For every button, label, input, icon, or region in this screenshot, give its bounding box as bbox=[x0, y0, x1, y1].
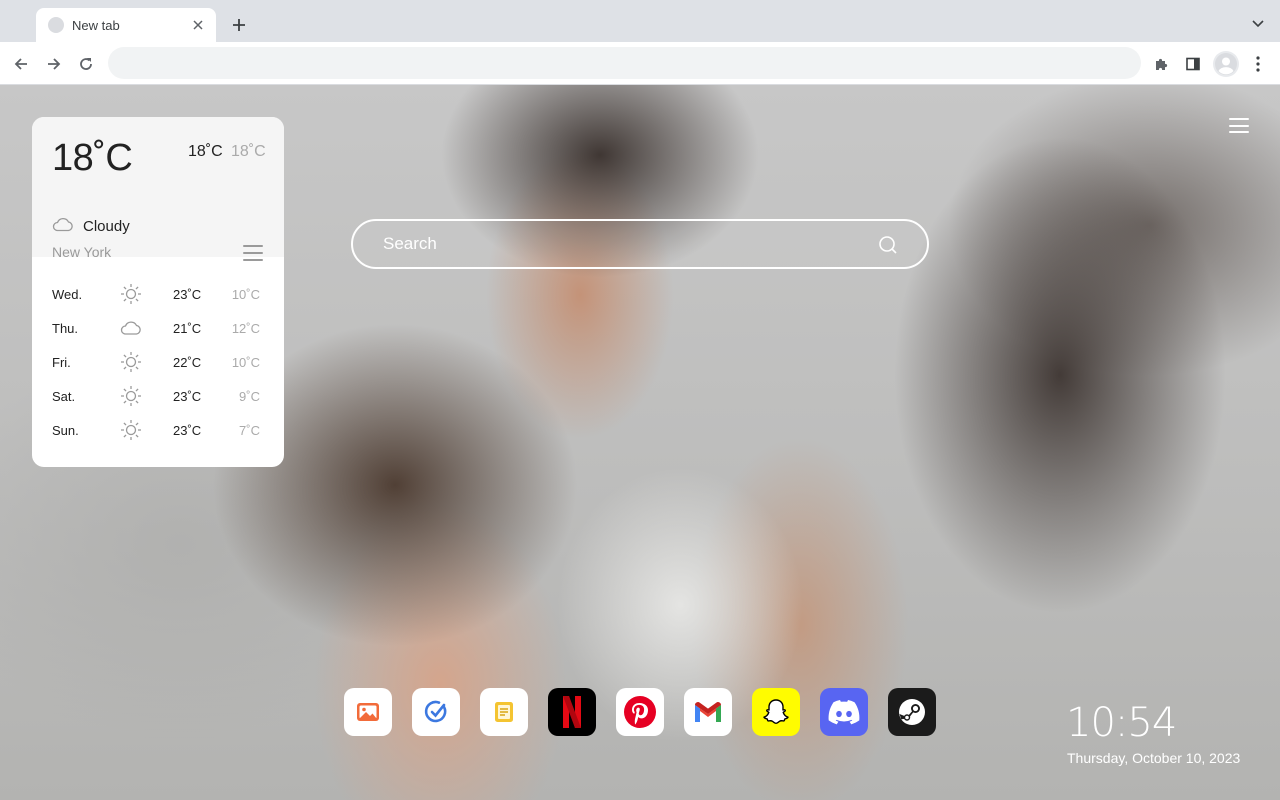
shortcut-notes[interactable] bbox=[480, 688, 528, 736]
arrow-left-icon bbox=[14, 58, 27, 70]
cloud-icon bbox=[52, 218, 73, 232]
snapchat-icon bbox=[763, 699, 789, 724]
forecast-low: 7˚C bbox=[239, 423, 260, 438]
shortcut-discord[interactable] bbox=[820, 688, 868, 736]
tab-favicon-icon bbox=[48, 17, 64, 33]
weather-city: New York bbox=[52, 244, 112, 260]
tab-title: New tab bbox=[72, 17, 120, 33]
forecast-high: 23˚C bbox=[173, 423, 202, 438]
side-panel-button[interactable] bbox=[1180, 51, 1206, 77]
today-low: 18˚C bbox=[231, 143, 266, 160]
sun-icon bbox=[121, 420, 141, 440]
sun-icon bbox=[121, 352, 141, 372]
forecast-low: 12˚C bbox=[231, 321, 260, 336]
new-tab-page: 18˚C 18˚C 18˚C Cloudy New York Wed. 23˚C… bbox=[0, 85, 1280, 800]
forward-button[interactable] bbox=[41, 51, 67, 77]
search-button[interactable] bbox=[877, 234, 899, 256]
cloud-icon bbox=[120, 321, 141, 335]
search-bar bbox=[351, 219, 929, 269]
sun-icon bbox=[121, 284, 141, 304]
forecast-row: Thu. 21˚C 12˚C bbox=[32, 313, 284, 343]
tab-close-button[interactable] bbox=[190, 17, 206, 33]
close-icon bbox=[193, 20, 203, 30]
profile-avatar-button[interactable] bbox=[1213, 51, 1239, 77]
photo-icon bbox=[357, 703, 379, 721]
address-bar[interactable] bbox=[108, 47, 1141, 79]
forecast-low: 10˚C bbox=[231, 287, 260, 302]
reload-icon bbox=[80, 58, 92, 70]
steam-icon bbox=[899, 699, 925, 725]
forecast-row: Fri. 22˚C 10˚C bbox=[32, 347, 284, 377]
forecast-high: 23˚C bbox=[173, 287, 202, 302]
forecast-low: 9˚C bbox=[239, 389, 260, 404]
new-tab-button[interactable] bbox=[228, 14, 250, 36]
puzzle-icon bbox=[1156, 58, 1168, 70]
forecast-low: 10˚C bbox=[231, 355, 260, 370]
side-panel-icon bbox=[1186, 57, 1200, 71]
current-temperature: 18˚C bbox=[52, 137, 133, 179]
tab-search-button[interactable] bbox=[1248, 14, 1268, 34]
person-icon bbox=[1215, 53, 1237, 75]
notes-icon bbox=[495, 702, 513, 722]
forecast-day: Wed. bbox=[52, 287, 83, 302]
forecast-day: Sat. bbox=[52, 389, 76, 404]
forecast-row: Sat. 23˚C 9˚C bbox=[32, 381, 284, 411]
shortcut-photos[interactable] bbox=[344, 688, 392, 736]
shortcut-todo[interactable] bbox=[412, 688, 460, 736]
today-high: 18˚C bbox=[188, 143, 223, 160]
shortcut-snapchat[interactable] bbox=[752, 688, 800, 736]
forecast-high: 22˚C bbox=[173, 355, 202, 370]
clock-date: Thursday, October 10, 2023 bbox=[1067, 750, 1241, 766]
shortcut-gmail[interactable] bbox=[684, 688, 732, 736]
back-button[interactable] bbox=[8, 51, 34, 77]
shortcut-steam[interactable] bbox=[888, 688, 936, 736]
tab-strip: New tab bbox=[0, 0, 1280, 42]
shortcut-netflix[interactable] bbox=[548, 688, 596, 736]
weather-menu-button[interactable] bbox=[243, 245, 263, 261]
clock-time: 10:54 bbox=[1066, 700, 1177, 746]
arrow-right-icon bbox=[48, 58, 61, 70]
browser-tab[interactable]: New tab bbox=[36, 8, 216, 42]
pinterest-icon bbox=[624, 696, 656, 728]
forecast-row: Wed. 23˚C 10˚C bbox=[32, 279, 284, 309]
extensions-button[interactable] bbox=[1148, 51, 1174, 77]
browser-menu-button[interactable] bbox=[1245, 51, 1271, 77]
netflix-icon bbox=[563, 696, 581, 728]
more-vertical-icon bbox=[1256, 56, 1260, 72]
forecast-high: 23˚C bbox=[173, 389, 202, 404]
chevron-down-icon bbox=[1252, 20, 1264, 28]
search-icon bbox=[879, 236, 897, 254]
weather-widget: 18˚C 18˚C 18˚C Cloudy New York Wed. 23˚C… bbox=[32, 117, 284, 467]
browser-toolbar bbox=[0, 42, 1280, 85]
shortcut-dock bbox=[344, 688, 936, 736]
check-circle-icon bbox=[424, 700, 447, 723]
forecast-day: Thu. bbox=[52, 321, 79, 336]
forecast-day: Fri. bbox=[52, 355, 71, 370]
discord-icon bbox=[828, 700, 860, 725]
forecast-row: Sun. 23˚C 7˚C bbox=[32, 415, 284, 445]
gmail-icon bbox=[695, 702, 721, 722]
sun-icon bbox=[121, 386, 141, 406]
forecast-day: Sun. bbox=[52, 423, 79, 438]
search-input[interactable] bbox=[383, 221, 863, 267]
plus-icon bbox=[233, 19, 245, 31]
reload-button[interactable] bbox=[73, 51, 99, 77]
forecast-high: 21˚C bbox=[173, 321, 202, 336]
weather-condition: Cloudy bbox=[83, 218, 130, 235]
weather-current-panel: 18˚C 18˚C 18˚C Cloudy New York bbox=[32, 117, 284, 261]
page-menu-button[interactable] bbox=[1229, 118, 1249, 133]
shortcut-pinterest[interactable] bbox=[616, 688, 664, 736]
